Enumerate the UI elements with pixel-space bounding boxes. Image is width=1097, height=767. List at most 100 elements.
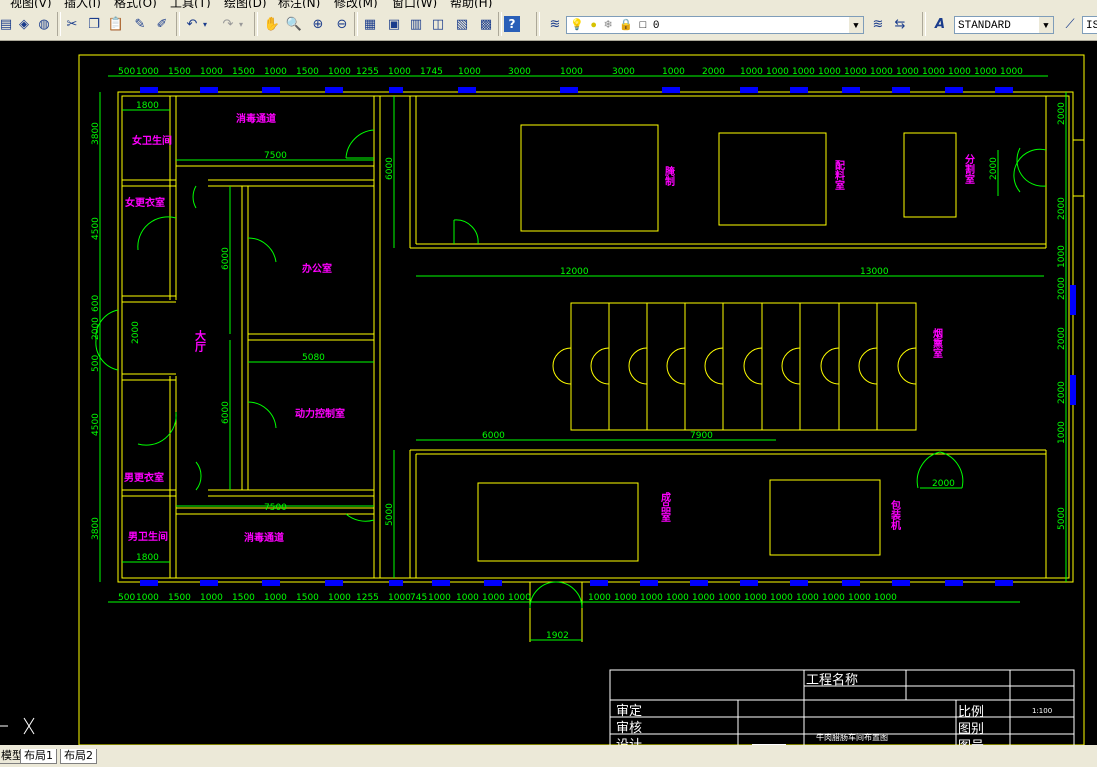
room-power: 动力控制室 [295, 407, 345, 420]
dim-left-0: 3800 [91, 122, 101, 145]
make-object-layer-current-icon[interactable]: ≋ [868, 14, 888, 34]
dim-bottom-10: 745 [410, 593, 427, 603]
properties-icon[interactable]: ▦ [360, 14, 380, 34]
dimension-texts: 500 1000 1500 1000 1500 1000 1500 1000 1255 1000 1… [91, 67, 1067, 641]
dim-upper-v: 6000 [385, 157, 395, 180]
dimension-style-dropdown[interactable]: IS [1082, 16, 1097, 34]
dim-top-5: 1000 [264, 67, 287, 77]
chevron-down-icon[interactable]: ▼ [1039, 17, 1053, 33]
undo-icon[interactable]: ↶ [182, 14, 202, 34]
toolbar-separator [498, 12, 502, 36]
menu-help[interactable]: 帮助(H) [450, 0, 492, 8]
dim-top-20: 1000 [818, 67, 841, 77]
layer-dropdown[interactable]: 💡 ● ❄ 🔒 □ 0 ▼ [566, 16, 864, 34]
layer-properties-icon[interactable]: ≋ [545, 14, 565, 34]
dim-row-12000: 12000 [560, 267, 589, 277]
zoom-realtime-icon[interactable]: 🔍 [284, 14, 304, 34]
dim-top-16: 2000 [702, 67, 725, 77]
design-center-icon[interactable]: ▣ [384, 14, 404, 34]
floor-plan-drawing: 500 1000 1500 1000 1500 1000 1500 1000 1255 1000 1… [0, 54, 1085, 754]
menu-window[interactable]: 窗口(W) [392, 0, 437, 8]
dim-top-9: 1000 [388, 67, 411, 77]
redo-icon[interactable]: ↷ [218, 14, 238, 34]
menu-view[interactable]: 视图(V) [10, 0, 52, 8]
sheet-set-icon[interactable]: ◫ [428, 14, 448, 34]
dim-right-6: 1000 [1057, 421, 1067, 444]
dim-top-4: 1500 [232, 67, 255, 77]
marinate-tank [520, 124, 659, 232]
dim-top-8: 1255 [356, 67, 379, 77]
dim-bottom-20: 1000 [718, 593, 741, 603]
3d-dwf-icon[interactable]: ◈ [14, 14, 34, 34]
ucs-icon [0, 717, 35, 735]
room-smoke: 烟熏室 [931, 327, 943, 358]
lightbulb-icon: 💡 [570, 20, 584, 32]
dim-left-5: 4500 [91, 413, 101, 436]
scale-value: 1:100 [1032, 707, 1052, 715]
pan-icon[interactable]: ✋ [262, 14, 282, 34]
copy-icon[interactable]: ❐ [84, 14, 104, 34]
text-style-dropdown[interactable]: STANDARD ▼ [954, 16, 1054, 34]
room-male-locker: 男更衣室 [124, 471, 164, 484]
dim-office-v: 6000 [221, 247, 231, 270]
dim-top-26: 1000 [974, 67, 997, 77]
tab-layout2[interactable]: 布局2 [60, 749, 97, 764]
dim-top-17: 1000 [740, 67, 763, 77]
layer-color-icon: □ [639, 20, 647, 32]
menu-draw[interactable]: 绘图(D) [224, 0, 267, 8]
undo-dropdown-icon[interactable]: ▾ [200, 14, 210, 34]
dim-bottom-6: 1500 [296, 593, 319, 603]
project-name-label: 工程名称 [806, 672, 858, 688]
dim-top-2: 1500 [168, 67, 191, 77]
text-style-icon[interactable]: A [930, 14, 950, 34]
dim-top-0: 500 [118, 67, 135, 77]
menu-insert[interactable]: 插入(I) [64, 0, 101, 8]
block-editor-icon[interactable]: ✐ [152, 14, 172, 34]
dim-left-2: 600 [91, 295, 101, 312]
menu-tools[interactable]: 工具(T) [170, 0, 211, 8]
chevron-down-icon[interactable]: ▼ [849, 17, 863, 33]
room-female-wc: 女卫生间 [132, 134, 172, 147]
tool-palettes-icon[interactable]: ▥ [406, 14, 426, 34]
menu-dimension[interactable]: 标注(N) [278, 0, 320, 8]
room-disinfect-bottom: 消毒通道 [244, 531, 284, 544]
zoom-previous-icon[interactable]: ⊖ [332, 14, 352, 34]
dim-top-1: 1000 [136, 67, 159, 77]
dim-top-25: 1000 [948, 67, 971, 77]
toolbar-separator [254, 12, 258, 36]
dim-left-1: 4500 [91, 217, 101, 240]
dim-bottom-14: 1000 [508, 593, 531, 603]
dimension-style-icon[interactable]: ⟋ [1060, 14, 1080, 34]
menu-format[interactable]: 格式(O) [114, 0, 157, 8]
dim-bottom-1: 1000 [136, 593, 159, 603]
zoom-window-icon[interactable]: ⊕ [308, 14, 328, 34]
toolbar-separator [354, 12, 358, 36]
layout-tabs: 模型 布局1 布局2 [0, 745, 1097, 767]
tab-layout1[interactable]: 布局1 [20, 749, 57, 764]
dim-bottom-0: 500 [118, 593, 135, 603]
dim-bottom-door: 1902 [546, 631, 569, 641]
markup-icon[interactable]: ▧ [452, 14, 472, 34]
room-labels: 消毒通道 女卫生间 女更衣室 办公室 动力控制室 男更衣室 男卫生间 消毒通道 [124, 112, 345, 544]
menu-modify[interactable]: 修改(M) [334, 0, 378, 8]
paste-icon[interactable]: 📋 [106, 14, 126, 34]
dim-right-1: 2000 [1057, 197, 1067, 220]
calculator-icon[interactable]: ▩ [476, 14, 496, 34]
dim-top-13: 1000 [560, 67, 583, 77]
dim-top-22: 1000 [870, 67, 893, 77]
dim-bottom-5: 1000 [264, 593, 287, 603]
room-disinfect-top: 消毒通道 [236, 112, 276, 125]
layer-previous-icon[interactable]: ⇆ [890, 14, 910, 34]
cut-icon[interactable]: ✂ [62, 14, 82, 34]
dim-bottom-19: 1000 [692, 593, 715, 603]
pack-machine [769, 479, 881, 556]
etransmit-icon[interactable]: ◍ [34, 14, 54, 34]
match-properties-icon[interactable]: ✎ [130, 14, 150, 34]
model-space-canvas[interactable]: 500 1000 1500 1000 1500 1000 1500 1000 1255 1000 1… [0, 41, 1097, 754]
dim-lower-6000: 6000 [482, 431, 505, 441]
text-style-value: STANDARD [958, 20, 1011, 32]
redo-dropdown-icon[interactable]: ▾ [236, 14, 246, 34]
help-icon[interactable]: ? [504, 16, 520, 32]
dim-right-3: 2000 [1057, 277, 1067, 300]
dim-top-23: 1000 [896, 67, 919, 77]
